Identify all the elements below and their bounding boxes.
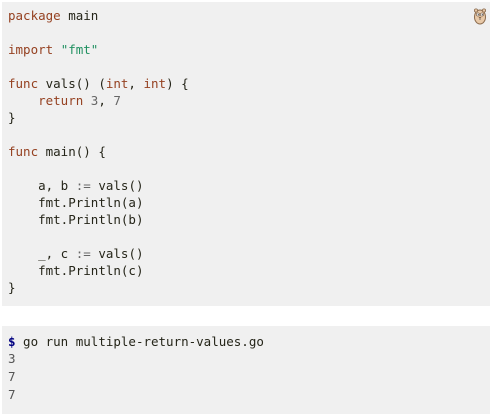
type-int-2: int bbox=[143, 76, 167, 91]
type-int-1: int bbox=[105, 76, 129, 91]
code-line-close-main: } bbox=[8, 279, 16, 296]
output-line: 3 bbox=[8, 351, 16, 366]
assign-c-lhs: _, c bbox=[38, 246, 76, 261]
import-string: "fmt" bbox=[60, 42, 99, 57]
shell-prompt: $ bbox=[8, 334, 16, 349]
code-line-package: package main bbox=[8, 7, 98, 24]
package-name: main bbox=[60, 8, 99, 23]
keyword-func-main: func bbox=[8, 144, 39, 159]
keyword-package: package bbox=[8, 8, 61, 23]
output-line: 7 bbox=[8, 369, 16, 384]
assign-ab-op: := bbox=[75, 178, 91, 193]
assign-c-op: := bbox=[75, 246, 91, 261]
println-b: fmt.Println(b) bbox=[38, 212, 144, 227]
output-line: 7 bbox=[8, 387, 16, 402]
code-line-import: import "fmt" bbox=[8, 41, 98, 58]
code-block: package main import "fmt" func vals() (i… bbox=[2, 2, 490, 306]
code-line-assign-ab: a, b := vals() bbox=[8, 177, 144, 194]
keyword-import: import bbox=[8, 42, 54, 57]
println-a: fmt.Println(a) bbox=[38, 195, 144, 210]
code-line-println-a: fmt.Println(a) bbox=[8, 194, 143, 211]
return-value-2: 7 bbox=[113, 93, 121, 108]
return-separator: , bbox=[98, 93, 114, 108]
type-separator: , bbox=[128, 76, 144, 91]
code-line-assign-c: _, c := vals() bbox=[8, 245, 144, 262]
assign-c-rhs: vals() bbox=[90, 246, 144, 261]
keyword-func: func bbox=[8, 76, 39, 91]
assign-ab-rhs: vals() bbox=[90, 178, 144, 193]
shell-command-line: $ go run multiple-return-values.go bbox=[8, 333, 264, 350]
go-by-example-page: package main import "fmt" func vals() (i… bbox=[0, 0, 496, 420]
println-c: fmt.Println(c) bbox=[38, 263, 144, 278]
keyword-return: return bbox=[38, 93, 84, 108]
close-brace: } bbox=[8, 110, 16, 125]
code-line-func-main: func main() { bbox=[8, 143, 106, 160]
code-line-return: return 3, 7 bbox=[8, 92, 121, 109]
code-line-func-vals: func vals() (int, int) { bbox=[8, 75, 189, 92]
shell-command: go run multiple-return-values.go bbox=[15, 334, 264, 349]
main-signature: main() { bbox=[38, 144, 106, 159]
assign-ab-lhs: a, b bbox=[38, 178, 76, 193]
close-brace-main: } bbox=[8, 280, 16, 295]
gopher-run-icon[interactable] bbox=[472, 7, 488, 25]
func-signature: vals() ( bbox=[38, 76, 106, 91]
code-line-close-vals: } bbox=[8, 109, 16, 126]
func-open-brace: ) { bbox=[166, 76, 189, 91]
code-line-println-c: fmt.Println(c) bbox=[8, 262, 143, 279]
code-line-println-b: fmt.Println(b) bbox=[8, 211, 143, 228]
output-block: $ go run multiple-return-values.go 3 7 7 bbox=[2, 326, 490, 414]
